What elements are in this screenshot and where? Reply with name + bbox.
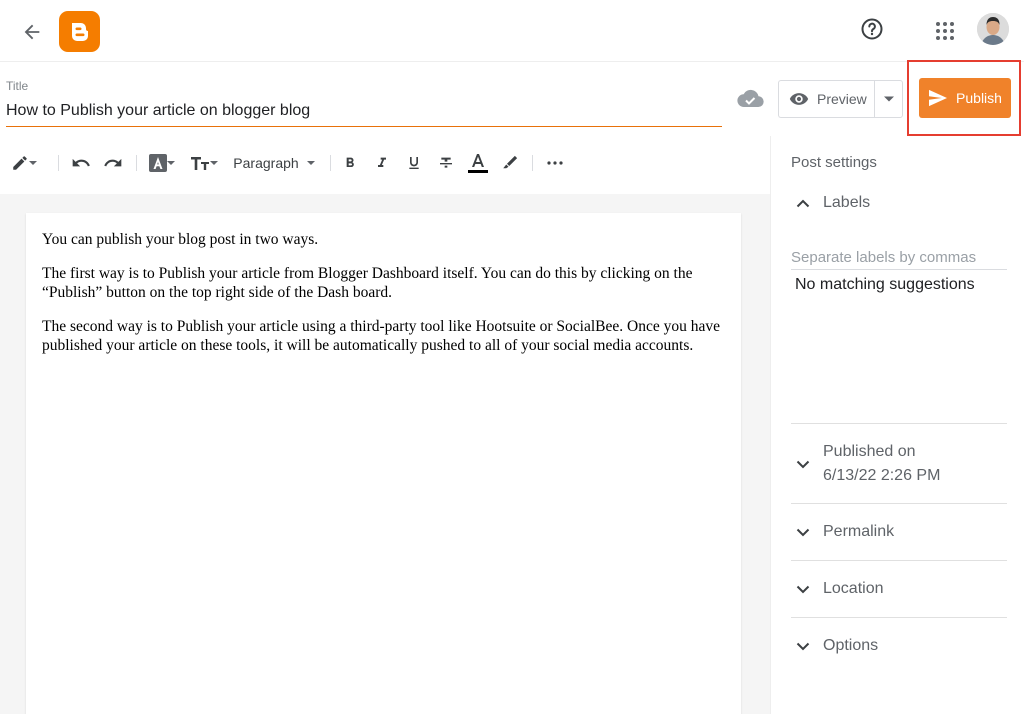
edit-mode-button[interactable] (6, 150, 42, 176)
toolbar-divider (136, 155, 137, 171)
more-options-button[interactable] (542, 150, 568, 176)
font-icon (149, 154, 167, 172)
toolbar-divider (58, 155, 59, 171)
cloud-done-icon (737, 89, 764, 108)
caret-down-icon (210, 161, 218, 165)
help-button[interactable] (856, 13, 888, 45)
bold-icon (346, 157, 354, 167)
bold-button[interactable] (338, 150, 362, 176)
blogger-logo[interactable] (59, 11, 100, 52)
strikethrough-button[interactable] (434, 150, 458, 176)
options-heading: Options (823, 637, 879, 654)
pencil-icon (13, 156, 27, 170)
more-horizontal-icon (547, 161, 563, 165)
section-divider (791, 503, 1007, 504)
section-divider (791, 423, 1007, 424)
user-avatar[interactable] (977, 13, 1009, 45)
section-divider (791, 560, 1007, 561)
paragraph-format-dropdown[interactable]: Paragraph (228, 150, 320, 176)
toolbar-divider (532, 155, 533, 171)
help-circle-icon (861, 18, 883, 40)
title-label: Title (6, 79, 29, 93)
undo-icon (72, 158, 90, 167)
undo-button[interactable] (68, 150, 94, 176)
publish-label: Publish (956, 90, 1002, 106)
blogger-logo-icon (71, 22, 88, 41)
location-section-header[interactable]: Location (791, 577, 1007, 601)
chevron-down-icon (796, 528, 810, 536)
highlight-color-button[interactable] (498, 150, 522, 176)
paragraph-format-label: Paragraph (233, 155, 299, 171)
text-size-button[interactable] (188, 150, 220, 176)
labels-suggestions-text: No matching suggestions (795, 276, 975, 293)
text-color-button[interactable] (466, 150, 490, 176)
chevron-down-icon (796, 585, 810, 593)
text-size-icon (191, 157, 209, 170)
caret-down-icon (29, 161, 37, 165)
labels-section-header[interactable]: Labels (791, 191, 1007, 215)
options-section-header[interactable]: Options (791, 634, 1007, 658)
preview-dropdown-button[interactable] (874, 80, 903, 118)
marker-icon (503, 155, 518, 169)
permalink-section-header[interactable]: Permalink (791, 520, 1007, 544)
text-color-icon (472, 153, 484, 167)
avatar-image (977, 13, 1009, 45)
post-settings-title: Post settings (791, 154, 877, 171)
published-on-value: 6/13/22 2:26 PM (823, 467, 941, 484)
published-on-heading: Published on (823, 443, 916, 460)
published-on-section-header[interactable]: Published on 6/13/22 2:26 PM (791, 440, 1007, 488)
caret-down-icon (883, 96, 894, 102)
post-title-input[interactable] (6, 100, 722, 127)
chevron-up-icon (796, 199, 810, 207)
post-paragraph[interactable]: The second way is to Publish your articl… (42, 317, 722, 355)
section-divider (791, 617, 1007, 618)
preview-label: Preview (817, 91, 867, 107)
toolbar-divider (330, 155, 331, 171)
post-paragraph[interactable]: You can publish your blog post in two wa… (42, 230, 722, 249)
font-button[interactable] (146, 150, 178, 176)
chevron-down-icon (796, 642, 810, 650)
publish-button[interactable]: Publish (919, 78, 1011, 118)
preview-button[interactable]: Preview (778, 80, 874, 118)
italic-icon (378, 157, 386, 167)
location-heading: Location (823, 580, 884, 597)
apps-button[interactable] (928, 14, 962, 48)
redo-icon (104, 158, 122, 167)
saved-status (736, 86, 764, 110)
underline-button[interactable] (402, 150, 426, 176)
arrow-left-icon (24, 24, 40, 40)
sidebar-divider (770, 136, 771, 714)
chevron-down-icon (796, 460, 810, 468)
send-icon (929, 89, 948, 107)
labels-heading: Labels (823, 194, 871, 211)
strikethrough-icon (440, 157, 452, 168)
text-color-swatch (468, 169, 488, 173)
eye-icon (789, 93, 809, 105)
caret-down-icon (167, 161, 175, 165)
underline-icon (409, 157, 419, 169)
apps-grid-icon (936, 22, 954, 40)
labels-input[interactable] (791, 246, 1007, 270)
permalink-heading: Permalink (823, 523, 895, 540)
post-paragraph[interactable]: The first way is to Publish your article… (42, 264, 722, 302)
italic-button[interactable] (370, 150, 394, 176)
back-button[interactable] (16, 16, 48, 48)
redo-button[interactable] (100, 150, 126, 176)
caret-down-icon (306, 161, 315, 165)
